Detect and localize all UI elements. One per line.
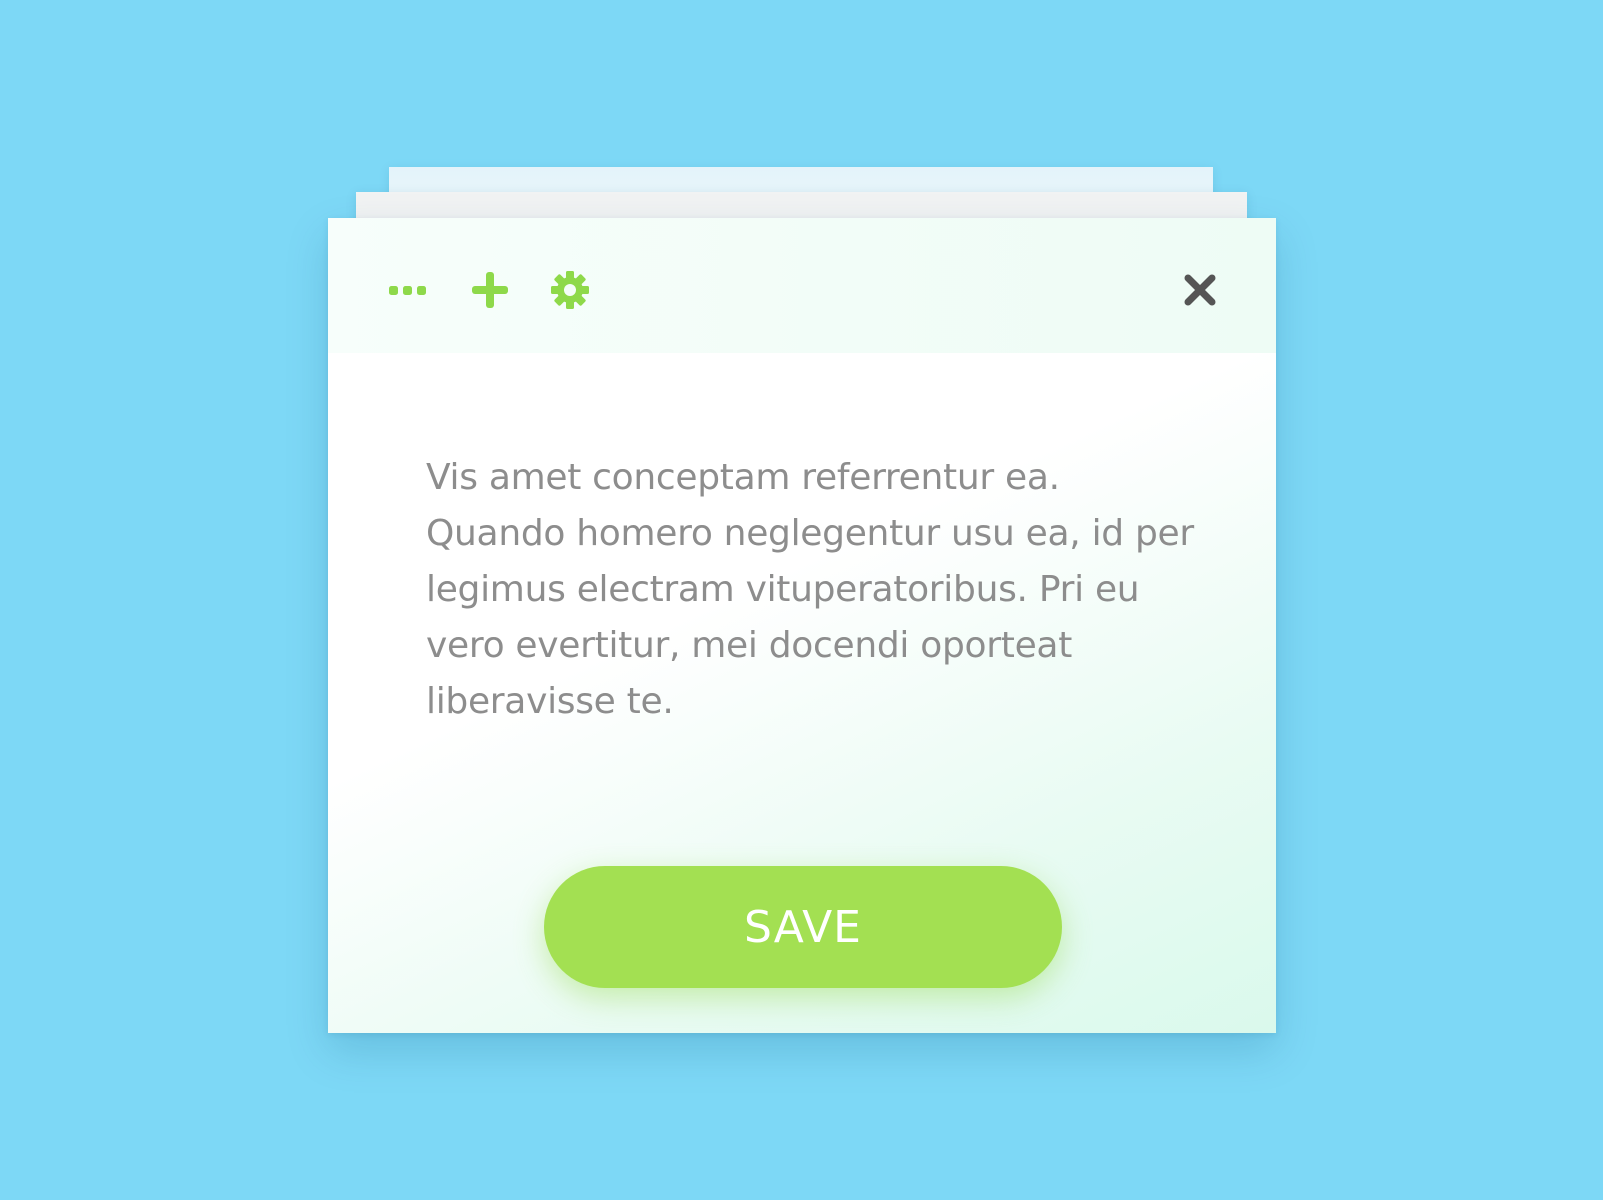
dialog-body-text: Vis amet conceptam referrentur ea. Quand… <box>426 457 1194 722</box>
gear-icon <box>551 271 589 309</box>
add-button[interactable] <box>468 268 512 312</box>
save-button[interactable]: SAVE <box>544 866 1062 988</box>
more-dots-icon <box>389 286 426 295</box>
scene: Vis amet conceptam referrentur ea. Quand… <box>0 0 1603 1200</box>
dialog-toolbar <box>328 218 1276 353</box>
close-button[interactable] <box>1178 268 1222 312</box>
note-dialog: Vis amet conceptam referrentur ea. Quand… <box>328 218 1276 1033</box>
settings-button[interactable] <box>548 268 592 312</box>
close-icon <box>1184 274 1216 306</box>
plus-icon <box>472 272 508 308</box>
more-button[interactable] <box>386 268 430 312</box>
